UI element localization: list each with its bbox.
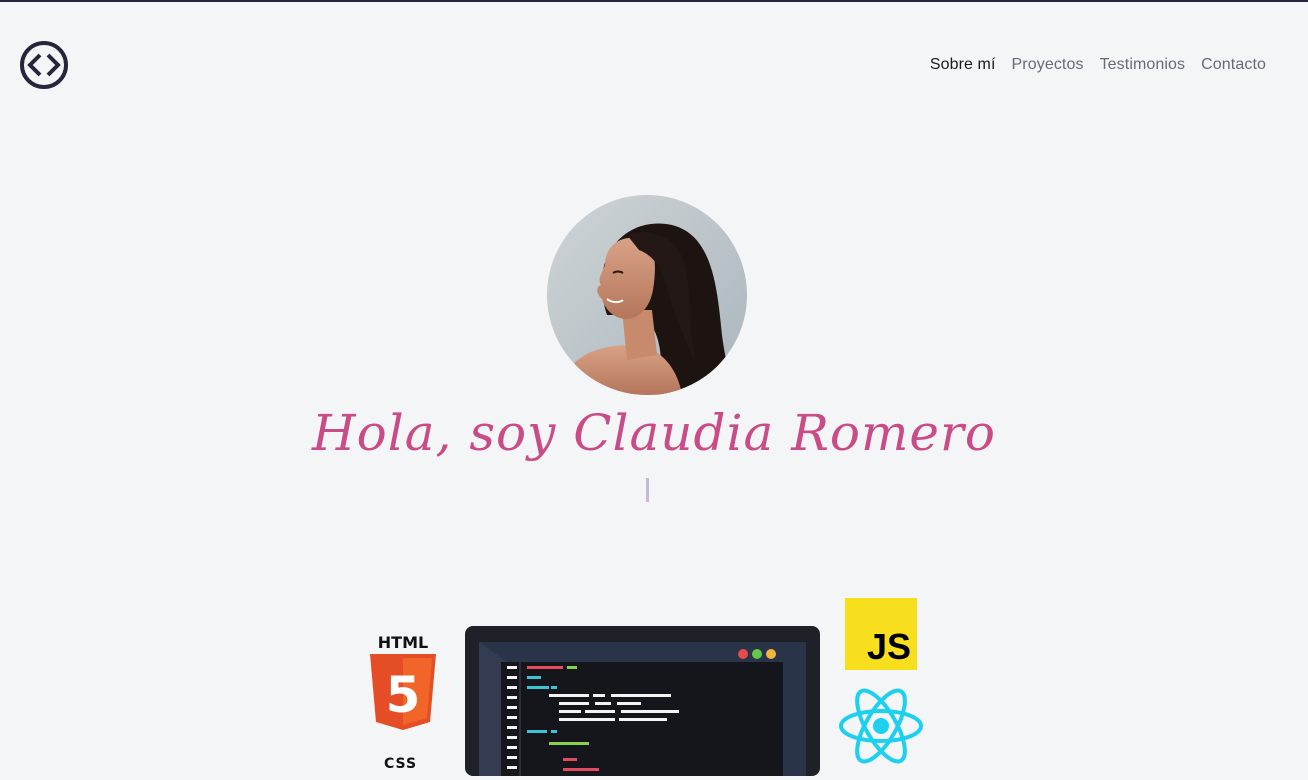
- laptop-code-illustration: [465, 626, 820, 776]
- nav-link-testimonios[interactable]: Testimonios: [1100, 56, 1186, 74]
- nav-link-sobre-mi[interactable]: Sobre mí: [930, 56, 996, 74]
- avatar: [547, 195, 747, 395]
- nav-link-proyectos[interactable]: Proyectos: [1012, 56, 1084, 74]
- react-icon: [838, 686, 924, 766]
- svg-text:5: 5: [386, 666, 421, 724]
- svg-text:HTML: HTML: [378, 634, 428, 652]
- main-nav: Sobre mí Proyectos Testimonios Contacto: [930, 56, 1266, 74]
- css3-icon: CSS: [384, 756, 418, 772]
- nav-link-contacto[interactable]: Contacto: [1201, 56, 1266, 74]
- hero-title: Hola, soy Claudia Romero: [312, 404, 996, 462]
- typing-caret: [646, 478, 649, 502]
- html5-icon: HTML 5: [368, 633, 438, 732]
- logo-icon[interactable]: [19, 40, 69, 90]
- javascript-icon: JS: [845, 598, 917, 670]
